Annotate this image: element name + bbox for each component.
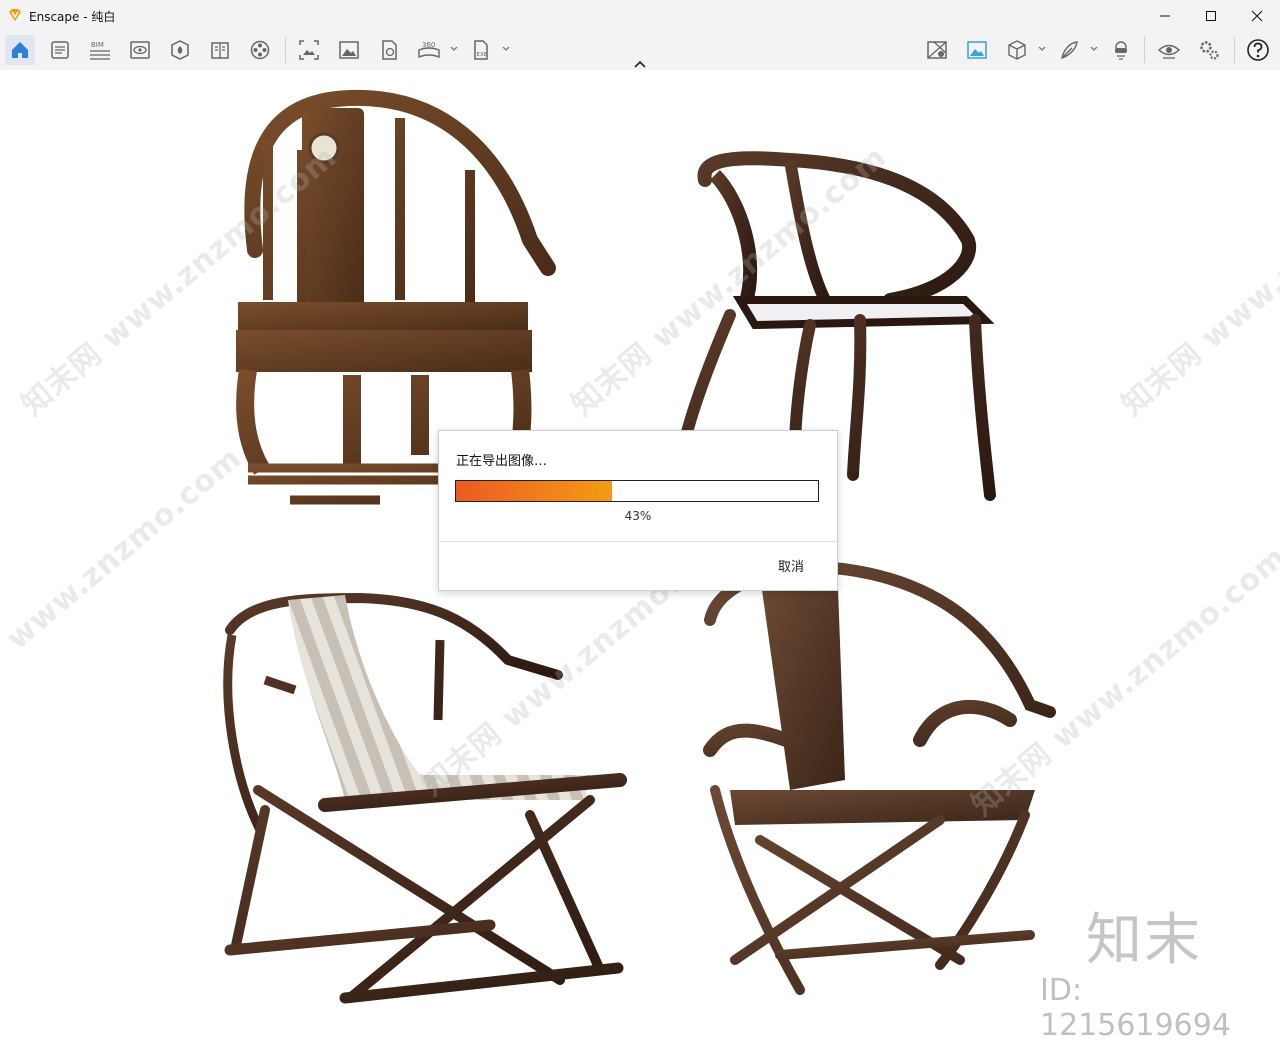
progress-percent: 43% bbox=[624, 509, 652, 523]
cube-icon bbox=[1008, 40, 1026, 60]
home-icon bbox=[12, 42, 28, 58]
toolbar-divider bbox=[1144, 37, 1145, 63]
video-editor-button[interactable] bbox=[245, 35, 275, 65]
settings-icon bbox=[1200, 41, 1219, 60]
material-book-icon bbox=[211, 42, 229, 59]
settings-button[interactable] bbox=[1194, 35, 1224, 65]
close-button[interactable] bbox=[1234, 0, 1280, 31]
batch-render-button[interactable] bbox=[374, 35, 404, 65]
title-bar: Enscape - 纯白 bbox=[0, 0, 1280, 31]
render-image-icon bbox=[339, 41, 359, 59]
map-view-icon bbox=[927, 41, 947, 59]
visibility-icon bbox=[1157, 44, 1181, 59]
svg-text:BIM: BIM bbox=[91, 41, 104, 49]
map-view-button[interactable] bbox=[922, 35, 952, 65]
film-reel-icon bbox=[250, 40, 270, 60]
bim-button[interactable]: BIM bbox=[85, 35, 115, 65]
visibility-button[interactable] bbox=[1154, 35, 1184, 65]
asset-library-button[interactable] bbox=[165, 35, 195, 65]
cube-dropdown-chevron-icon[interactable] bbox=[1037, 44, 1047, 54]
tasks-button[interactable] bbox=[45, 35, 75, 65]
vr-headset-icon bbox=[1115, 41, 1127, 60]
view-management-button[interactable] bbox=[125, 35, 155, 65]
cube-button[interactable] bbox=[1002, 35, 1032, 65]
image-settings-icon bbox=[967, 41, 987, 59]
minimize-button[interactable] bbox=[1142, 0, 1188, 31]
panorama-360-icon: 360 bbox=[418, 41, 440, 59]
watermark-id: ID: 1215619694 bbox=[1040, 973, 1231, 1043]
dialog-title: 正在导出图像… bbox=[456, 454, 548, 469]
screenshot-icon bbox=[299, 40, 319, 60]
tasks-icon bbox=[51, 41, 69, 59]
export-exe-button[interactable]: EXE bbox=[466, 35, 496, 65]
svg-text:EXE: EXE bbox=[477, 52, 488, 58]
maximize-icon bbox=[1206, 10, 1216, 21]
collapse-toolbar-chevron-icon[interactable] bbox=[632, 58, 648, 70]
batch-render-icon bbox=[382, 40, 397, 60]
render-image-button[interactable] bbox=[334, 35, 364, 65]
help-button[interactable] bbox=[1243, 35, 1273, 65]
home-button[interactable] bbox=[5, 35, 35, 65]
window-title: Enscape - 纯白 bbox=[29, 10, 116, 24]
material-book-button[interactable] bbox=[205, 35, 235, 65]
close-icon bbox=[1251, 10, 1263, 21]
view-icon bbox=[130, 41, 150, 59]
panorama-dropdown-chevron-icon[interactable] bbox=[449, 44, 459, 54]
image-settings-button[interactable] bbox=[962, 35, 992, 65]
cancel-button[interactable]: 取消 bbox=[763, 557, 819, 579]
minimize-icon bbox=[1160, 15, 1170, 16]
export-progress-dialog: 正在导出图像… 43% 取消 bbox=[438, 430, 838, 591]
progress-fill bbox=[456, 481, 612, 501]
dialog-divider bbox=[439, 541, 837, 542]
feather-button[interactable] bbox=[1054, 35, 1084, 65]
vr-headset-button[interactable] bbox=[1106, 35, 1136, 65]
maximize-button[interactable] bbox=[1188, 0, 1234, 31]
screenshot-button[interactable] bbox=[294, 35, 324, 65]
toolbar-divider bbox=[285, 37, 286, 63]
help-icon bbox=[1247, 39, 1269, 61]
asset-library-icon bbox=[171, 40, 189, 60]
feather-dropdown-chevron-icon[interactable] bbox=[1089, 44, 1099, 54]
feather-icon bbox=[1061, 41, 1078, 60]
export-exe-icon: EXE bbox=[474, 40, 488, 60]
bim-icon: BIM bbox=[90, 41, 110, 60]
progress-bar bbox=[455, 480, 819, 502]
export-dropdown-chevron-icon[interactable] bbox=[501, 44, 511, 54]
panorama-button[interactable]: 360 bbox=[414, 35, 444, 65]
enscape-logo-icon bbox=[9, 9, 21, 21]
brand-watermark: 知末 bbox=[1086, 908, 1202, 973]
toolbar-divider bbox=[1234, 37, 1235, 63]
